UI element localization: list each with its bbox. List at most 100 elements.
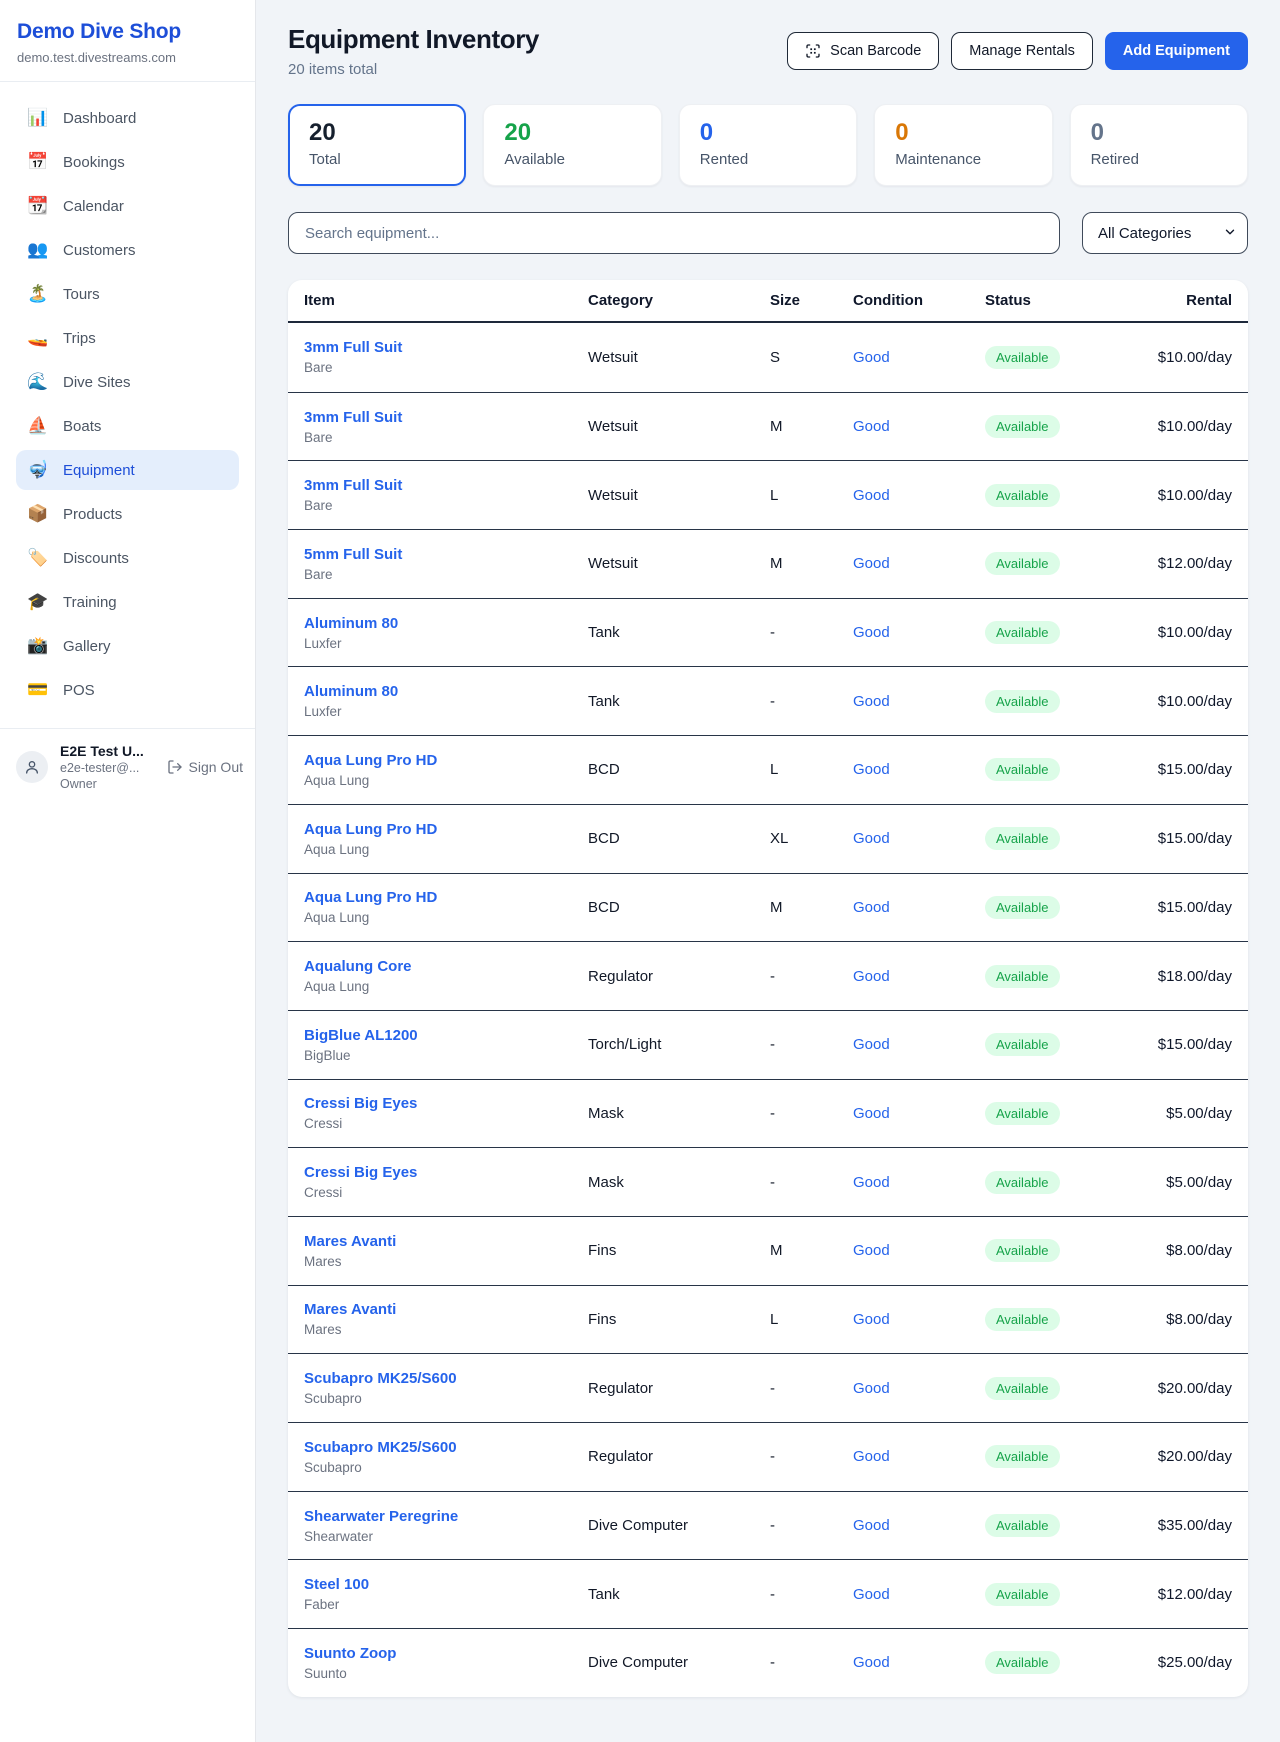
item-name-link[interactable]: BigBlue AL1200 bbox=[304, 1027, 418, 1044]
scan-barcode-button[interactable]: Scan Barcode bbox=[787, 32, 939, 70]
item-name-link[interactable]: Aqua Lung Pro HD bbox=[304, 752, 437, 769]
category-cell: Dive Computer bbox=[588, 1654, 770, 1671]
item-name-link[interactable]: Aqua Lung Pro HD bbox=[304, 889, 437, 906]
condition-link[interactable]: Good bbox=[853, 1380, 890, 1397]
item-name-link[interactable]: Aluminum 80 bbox=[304, 683, 398, 700]
condition-link[interactable]: Good bbox=[853, 1174, 890, 1191]
manage-rentals-button[interactable]: Manage Rentals bbox=[951, 32, 1093, 70]
item-cell: Mares Avanti Mares bbox=[304, 1233, 588, 1269]
condition-cell: Good bbox=[853, 624, 985, 641]
condition-link[interactable]: Good bbox=[853, 693, 890, 710]
item-name-link[interactable]: 3mm Full Suit bbox=[304, 477, 402, 494]
stat-label: Retired bbox=[1091, 151, 1227, 168]
condition-link[interactable]: Good bbox=[853, 555, 890, 572]
sidebar-item[interactable]: 💳 POS bbox=[16, 670, 239, 710]
category-select[interactable]: All Categories bbox=[1082, 212, 1248, 254]
item-cell: Aqualung Core Aqua Lung bbox=[304, 958, 588, 994]
condition-link[interactable]: Good bbox=[853, 1105, 890, 1122]
condition-cell: Good bbox=[853, 1311, 985, 1328]
nav-item-icon: 🏷️ bbox=[27, 548, 49, 568]
status-badge: Available bbox=[985, 1033, 1060, 1056]
stat-card[interactable]: 20 Total bbox=[288, 104, 466, 186]
item-name-link[interactable]: Cressi Big Eyes bbox=[304, 1164, 417, 1181]
sidebar-item[interactable]: 👥 Customers bbox=[16, 230, 239, 270]
item-name-link[interactable]: 3mm Full Suit bbox=[304, 409, 402, 426]
search-input[interactable] bbox=[288, 212, 1060, 254]
sidebar-nav: 📊 Dashboard 📅 Bookings 📆 Calendar 👥 Cust… bbox=[0, 82, 255, 714]
sidebar-item[interactable]: 🎓 Training bbox=[16, 582, 239, 622]
rental-cell: $25.00/day bbox=[1135, 1654, 1232, 1671]
nav-item-icon: 💳 bbox=[27, 680, 49, 700]
item-name-link[interactable]: 3mm Full Suit bbox=[304, 339, 402, 356]
item-name-link[interactable]: Aqualung Core bbox=[304, 958, 412, 975]
sidebar-item[interactable]: 📆 Calendar bbox=[16, 186, 239, 226]
sidebar-item[interactable]: 📅 Bookings bbox=[16, 142, 239, 182]
item-brand: Bare bbox=[304, 360, 588, 375]
status-cell: Available bbox=[985, 1033, 1135, 1056]
condition-link[interactable]: Good bbox=[853, 487, 890, 504]
nav-item-label: Bookings bbox=[63, 154, 125, 171]
nav-item-label: Equipment bbox=[63, 462, 135, 479]
stat-card[interactable]: 0 Retired bbox=[1070, 104, 1248, 186]
stat-card[interactable]: 0 Rented bbox=[679, 104, 857, 186]
status-badge: Available bbox=[985, 1651, 1060, 1674]
sidebar-item[interactable]: 🚤 Trips bbox=[16, 318, 239, 358]
sidebar-item[interactable]: ⛵ Boats bbox=[16, 406, 239, 446]
condition-link[interactable]: Good bbox=[853, 1586, 890, 1603]
table-row: 5mm Full Suit Bare Wetsuit M Good Availa… bbox=[288, 529, 1248, 598]
status-cell: Available bbox=[985, 1308, 1135, 1331]
item-name-link[interactable]: Scubapro MK25/S600 bbox=[304, 1370, 457, 1387]
condition-link[interactable]: Good bbox=[853, 899, 890, 916]
status-badge: Available bbox=[985, 896, 1060, 919]
condition-link[interactable]: Good bbox=[853, 624, 890, 641]
sidebar-item[interactable]: 🌊 Dive Sites bbox=[16, 362, 239, 402]
category-cell: Regulator bbox=[588, 1448, 770, 1465]
item-name-link[interactable]: 5mm Full Suit bbox=[304, 546, 402, 563]
item-name-link[interactable]: Steel 100 bbox=[304, 1576, 369, 1593]
sidebar-item[interactable]: 🏝️ Tours bbox=[16, 274, 239, 314]
item-name-link[interactable]: Mares Avanti bbox=[304, 1301, 396, 1318]
sign-out-label: Sign Out bbox=[189, 759, 243, 775]
condition-link[interactable]: Good bbox=[853, 349, 890, 366]
brand-title[interactable]: Demo Dive Shop bbox=[17, 20, 239, 44]
sign-out-button[interactable]: Sign Out bbox=[167, 759, 243, 775]
condition-link[interactable]: Good bbox=[853, 1448, 890, 1465]
stat-card[interactable]: 20 Available bbox=[483, 104, 661, 186]
scan-barcode-label: Scan Barcode bbox=[830, 43, 921, 59]
item-name-link[interactable]: Mares Avanti bbox=[304, 1233, 396, 1250]
category-cell: Tank bbox=[588, 1586, 770, 1603]
condition-link[interactable]: Good bbox=[853, 418, 890, 435]
condition-link[interactable]: Good bbox=[853, 1242, 890, 1259]
item-name-link[interactable]: Suunto Zoop bbox=[304, 1645, 396, 1662]
item-name-link[interactable]: Aqua Lung Pro HD bbox=[304, 821, 437, 838]
item-cell: Steel 100 Faber bbox=[304, 1576, 588, 1612]
sidebar-item[interactable]: 🏷️ Discounts bbox=[16, 538, 239, 578]
table-row: Aqua Lung Pro HD Aqua Lung BCD M Good Av… bbox=[288, 873, 1248, 942]
stat-card[interactable]: 0 Maintenance bbox=[874, 104, 1052, 186]
condition-cell: Good bbox=[853, 1448, 985, 1465]
item-name-link[interactable]: Aluminum 80 bbox=[304, 615, 398, 632]
sidebar-item[interactable]: 📦 Products bbox=[16, 494, 239, 534]
add-equipment-button[interactable]: Add Equipment bbox=[1105, 32, 1248, 70]
rental-cell: $5.00/day bbox=[1135, 1105, 1232, 1122]
size-cell: - bbox=[770, 1517, 853, 1534]
status-cell: Available bbox=[985, 1239, 1135, 1262]
condition-link[interactable]: Good bbox=[853, 1036, 890, 1053]
item-name-link[interactable]: Scubapro MK25/S600 bbox=[304, 1439, 457, 1456]
category-cell: Fins bbox=[588, 1311, 770, 1328]
sidebar-item[interactable]: 📊 Dashboard bbox=[16, 98, 239, 138]
sidebar-item[interactable]: 📸 Gallery bbox=[16, 626, 239, 666]
condition-link[interactable]: Good bbox=[853, 1654, 890, 1671]
status-cell: Available bbox=[985, 552, 1135, 575]
condition-link[interactable]: Good bbox=[853, 968, 890, 985]
condition-link[interactable]: Good bbox=[853, 1311, 890, 1328]
logout-icon bbox=[167, 759, 183, 775]
condition-link[interactable]: Good bbox=[853, 1517, 890, 1534]
sidebar-item[interactable]: 🤿 Equipment bbox=[16, 450, 239, 490]
condition-link[interactable]: Good bbox=[853, 761, 890, 778]
status-cell: Available bbox=[985, 621, 1135, 644]
category-cell: BCD bbox=[588, 899, 770, 916]
condition-link[interactable]: Good bbox=[853, 830, 890, 847]
item-name-link[interactable]: Shearwater Peregrine bbox=[304, 1508, 458, 1525]
item-name-link[interactable]: Cressi Big Eyes bbox=[304, 1095, 417, 1112]
